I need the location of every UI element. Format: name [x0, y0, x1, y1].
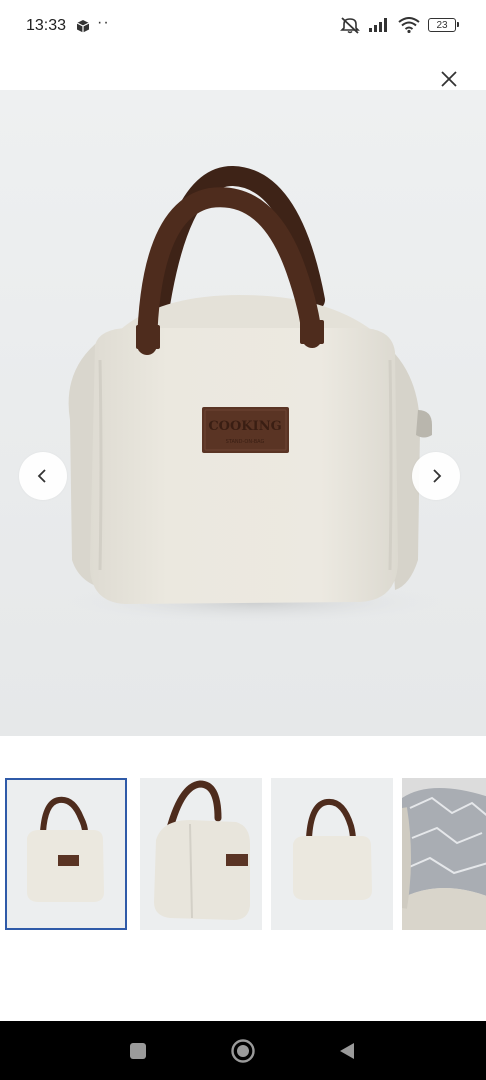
thumbnail-strip[interactable]	[0, 778, 486, 932]
recent-apps-button[interactable]	[129, 1042, 147, 1065]
back-button[interactable]	[337, 1041, 357, 1066]
home-icon	[231, 1039, 255, 1063]
recent-apps-icon	[130, 1043, 146, 1059]
bag-label-sub: STAND-ON-BAG	[226, 439, 265, 445]
wifi-icon	[398, 17, 420, 33]
status-bar: 13:33 ·· 23	[0, 0, 486, 56]
thumbnail-side-image	[154, 780, 250, 920]
battery-level: 23	[436, 19, 448, 31]
status-overflow-dots: ··	[97, 14, 110, 31]
battery-icon: 23	[428, 18, 459, 32]
signal-icon	[369, 18, 387, 32]
back-icon	[340, 1043, 354, 1059]
thumbnail-back-image	[293, 798, 372, 900]
main-product-image[interactable]: COOKING STAND-ON-BAG	[0, 90, 486, 736]
thumbnail-1[interactable]	[5, 778, 127, 930]
thumbnail-2[interactable]	[140, 778, 262, 930]
package-icon	[76, 20, 90, 33]
next-image-button[interactable]	[412, 452, 460, 500]
thumbnail-inside-image	[402, 778, 486, 930]
close-icon	[441, 71, 457, 87]
system-navigation-bar	[0, 1021, 486, 1080]
status-time: 13:33	[26, 17, 67, 34]
bag-label-main: COOKING	[208, 419, 281, 434]
thumbnail-3[interactable]	[271, 778, 393, 930]
home-button[interactable]	[230, 1038, 256, 1069]
status-right-icons: 23	[340, 16, 459, 34]
thumbnail-4[interactable]	[402, 778, 486, 930]
thumbnail-front-image	[27, 796, 104, 902]
chevron-right-icon	[433, 469, 442, 483]
lunch-bag-image: COOKING STAND-ON-BAG	[65, 165, 445, 624]
previous-image-button[interactable]	[19, 452, 67, 500]
close-button[interactable]	[436, 66, 462, 92]
mute-icon	[340, 17, 360, 34]
chevron-left-icon	[37, 469, 46, 483]
